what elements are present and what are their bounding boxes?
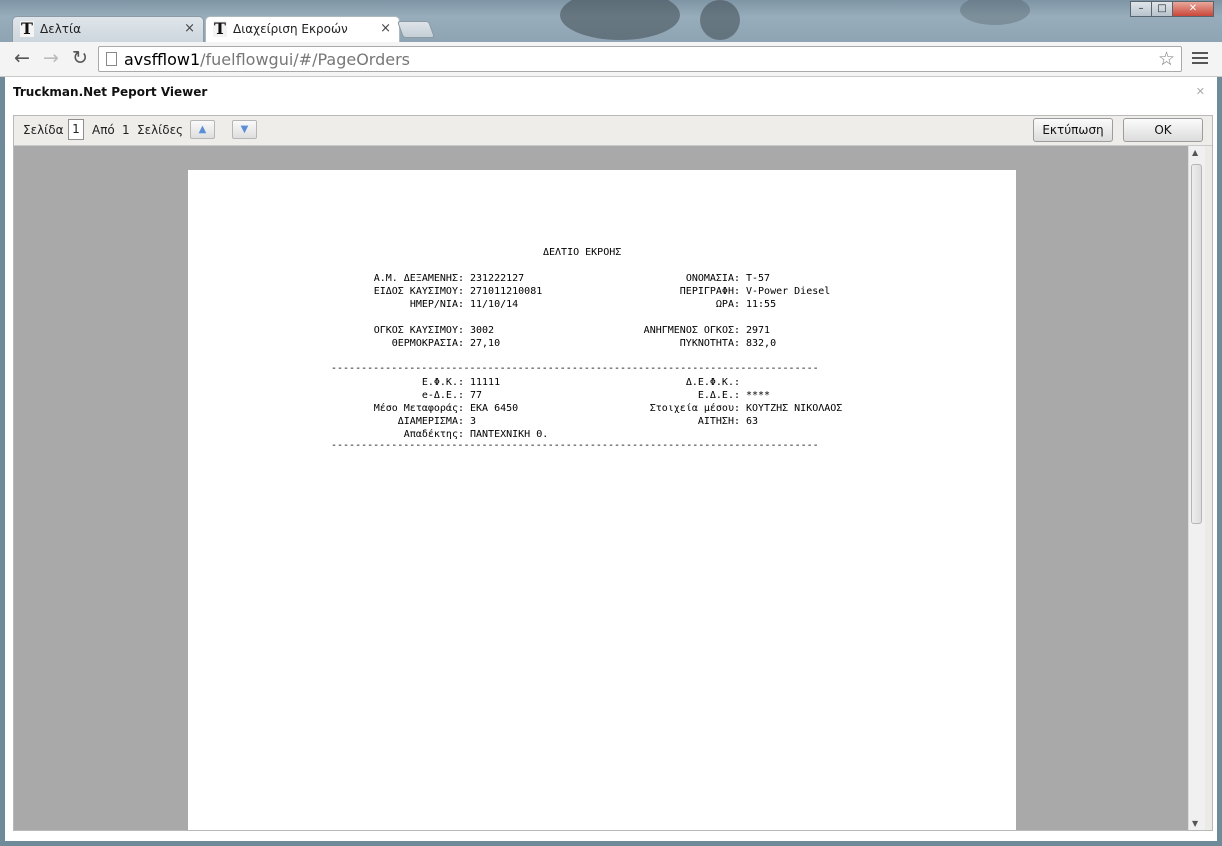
viewer-toolbar: Σελίδα 1 Από 1 Σελίδες ▲ ▼ Εκτύπωση OK (14, 116, 1212, 146)
report-field-value: ΚΟΥΤΖΗΣ ΝΙΚΟΛΑΟΣ (746, 403, 843, 414)
scrollbar-thumb[interactable] (1191, 164, 1202, 524)
report-field-value: 77 (470, 390, 483, 401)
report-field-value: ΕΚΑ 6450 (470, 403, 519, 414)
report-field-value: 3 (470, 416, 477, 427)
report-field-label: Μέσο Μεταφοράς: (373, 403, 464, 414)
minimize-icon[interactable]: – (1130, 1, 1152, 17)
address-bar[interactable]: avsfflow1/fuelflowgui/#/PageOrders ☆ (98, 46, 1182, 72)
report-field-value: ΠΑΝΤΕΧΝΙΚΗ Θ. (470, 429, 549, 440)
tab-deltia[interactable]: T Δελτία × (12, 16, 204, 42)
report-viewer: Σελίδα 1 Από 1 Σελίδες ▲ ▼ Εκτύπωση OK Δ… (13, 115, 1213, 831)
report-field-label: Δ.Ε.Φ.Κ.: (685, 377, 740, 388)
report-field-label: ΑΝΗΓΜΕΝΟΣ ΟΓΚΟΣ: (643, 325, 740, 336)
report-field-label: Απαδέκτης: (403, 429, 464, 440)
page-label: Σελίδα (23, 123, 64, 137)
favicon-icon: T (20, 19, 34, 38)
report-field-label: ΩΡΑ: (715, 299, 740, 310)
next-page-button[interactable]: ▼ (232, 120, 257, 139)
report-field-label: Ε.Δ.Ε.: (697, 390, 740, 401)
reload-icon[interactable]: ↻ (68, 48, 92, 70)
tab-diaxeirisi-ekroon[interactable]: T Διαχείριση Εκροών × (205, 16, 400, 42)
report-field-label: ΕΙΔΟΣ ΚΑΥΣΙΜΟΥ: (373, 286, 464, 297)
arrow-down-icon: ▼ (240, 124, 249, 135)
menu-icon[interactable] (1192, 52, 1208, 67)
window-controls: – □ ✕ (1130, 1, 1214, 17)
report-field-value: 271011210081 (470, 286, 543, 297)
report-field-label: Α.Μ. ΔΕΞΑΜΕΝΗΣ: (373, 273, 464, 284)
tab-close-icon[interactable]: × (184, 21, 195, 36)
arrow-up-icon: ▲ (198, 124, 207, 135)
forward-arrow-icon[interactable]: → (39, 48, 63, 70)
background-decoration (960, 0, 1030, 25)
report-field-value: 63 (746, 416, 759, 427)
report-field-label: ΑΙΤΗΣΗ: (697, 416, 740, 427)
tab-label: Διαχείριση Εκροών (233, 22, 348, 36)
of-label: Από (92, 123, 115, 137)
new-tab-button[interactable] (396, 21, 436, 38)
report-field-label: ΗΜΕΡ/ΝΙΑ: (409, 299, 464, 310)
previous-page-button[interactable]: ▲ (190, 120, 215, 139)
report-field-value: 27,10 (470, 338, 501, 349)
maximize-icon[interactable]: □ (1151, 1, 1173, 17)
report-separator: ----------------------------------------… (331, 363, 819, 374)
report-field-label: e-Δ.Ε.: (421, 390, 464, 401)
favicon-icon: T (213, 19, 227, 38)
report-field-label: ΠΕΡΙΓΡΑΦΗ: (679, 286, 740, 297)
report-body: ΔΕΛΤΙΟ ΕΚΡΟΗΣ Α.Μ. ΔΕΞΑΜΕΝΗΣ: 231222127 ΕΙΔ… (188, 170, 1016, 830)
close-icon[interactable]: ✕ (1172, 1, 1214, 17)
report-separator: ----------------------------------------… (331, 440, 819, 451)
report-title: ΔΕΛΤΙΟ ΕΚΡΟΗΣ (543, 247, 622, 258)
report-field-value: 3002 (470, 325, 495, 336)
url-text: avsfflow1/fuelflowgui/#/PageOrders (124, 50, 411, 69)
report-page: ΔΕΛΤΙΟ ΕΚΡΟΗΣ Α.Μ. ΔΕΞΑΜΕΝΗΣ: 231222127 ΕΙΔ… (188, 170, 1016, 830)
report-field-value: 11/10/14 (470, 299, 519, 310)
tab-close-icon[interactable]: × (380, 21, 391, 36)
vertical-scrollbar[interactable]: ▲ ▼ (1188, 146, 1205, 830)
scroll-down-icon[interactable]: ▼ (1192, 819, 1198, 828)
report-field-label: Στοιχεία μέσου: (649, 403, 740, 414)
dialog-title: Truckman.Net Peport Viewer (13, 85, 208, 99)
browser-toolbar: ← → ↻ avsfflow1/fuelflowgui/#/PageOrders… (0, 42, 1222, 77)
background-decoration (700, 0, 740, 40)
report-field-value: T-57 (746, 273, 771, 284)
scroll-up-icon[interactable]: ▲ (1192, 148, 1198, 157)
dialog-close-icon[interactable]: ✕ (1196, 85, 1205, 98)
page-content: Truckman.Net Peport Viewer ✕ Σελίδα 1 Απ… (5, 77, 1217, 841)
tab-label: Δελτία (40, 22, 81, 36)
document-area[interactable]: ΔΕΛΤΙΟ ΕΚΡΟΗΣ Α.Μ. ΔΕΞΑΜΕΝΗΣ: 231222127 ΕΙΔ… (14, 146, 1188, 830)
report-field-value: **** (746, 390, 771, 401)
report-field-label: ΟΓΚΟΣ ΚΑΥΣΙΜΟΥ: (373, 325, 464, 336)
report-field-label: ΠΥΚΝΟΤΗΤΑ: (679, 338, 740, 349)
report-field-label: ΟΝΟΜΑΣΙΑ: (685, 273, 740, 284)
report-field-value: V-Power Diesel (746, 286, 831, 297)
report-field-value: 231222127 (470, 273, 525, 284)
report-field-value: 832,0 (746, 338, 777, 349)
ok-button[interactable]: OK (1123, 118, 1203, 142)
background-decoration (560, 0, 680, 40)
report-field-value: 2971 (746, 325, 771, 336)
total-pages: 1 (122, 123, 130, 137)
star-icon[interactable]: ☆ (1158, 48, 1175, 70)
back-arrow-icon[interactable]: ← (10, 48, 34, 70)
browser-title-bar: T Δελτία × T Διαχείριση Εκροών × – □ ✕ (0, 0, 1222, 42)
report-field-value: 11:55 (746, 299, 777, 310)
pages-label: Σελίδες (137, 123, 184, 137)
print-button[interactable]: Εκτύπωση (1033, 118, 1113, 142)
report-field-value: 11111 (470, 377, 501, 388)
report-field-label: Ε.Φ.Κ.: (421, 377, 464, 388)
report-field-label: ΘΕΡΜΟΚΡΑΣΙΑ: (391, 338, 464, 349)
page-icon (106, 52, 117, 66)
report-field-label: ΔΙΑΜΕΡΙΣΜΑ: (397, 416, 464, 427)
page-number-input[interactable]: 1 (68, 119, 84, 140)
